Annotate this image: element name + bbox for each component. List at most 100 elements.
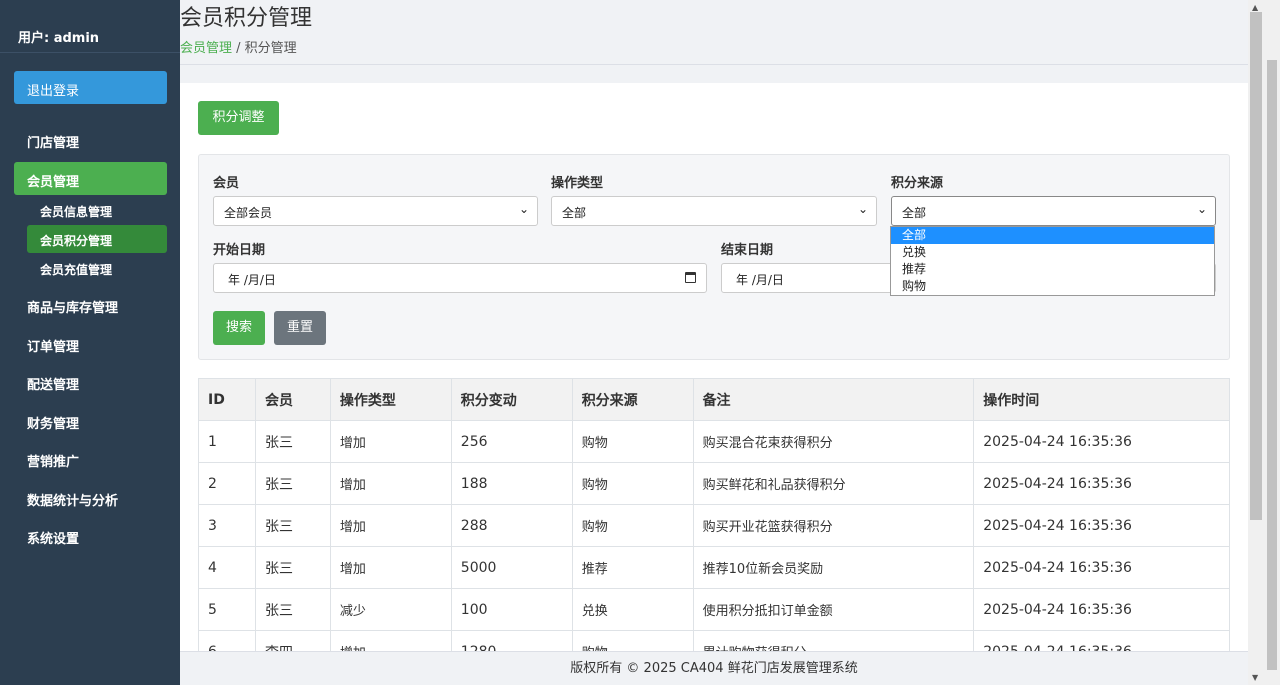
table-header-row: ID 会员 操作类型 积分变动 积分来源 备注 操作时间 xyxy=(198,378,1230,421)
main: 会员积分管理 会员管理 / 积分管理 积分调整 会员 全部会员 ⌄ 操作类型 全… xyxy=(180,0,1248,685)
sidebar-subitem-member-points[interactable]: 会员积分管理 xyxy=(27,225,167,253)
end-date-label: 结束日期 xyxy=(721,243,774,258)
content-panel: 积分调整 会员 全部会员 ⌄ 操作类型 全部 ⌄ 积分来源 全部 ⌄ 开始日期 … xyxy=(180,83,1248,651)
scroll-up-icon[interactable]: ▲ xyxy=(1252,3,1258,12)
cell-source: 兑换 xyxy=(571,588,694,631)
op-type-select[interactable]: 全部 ⌄ xyxy=(551,196,877,226)
sidebar: 用户: admin 退出登录 门店管理 会员管理 会员信息管理 会员积分管理 会… xyxy=(0,0,180,685)
source-dropdown-list: 全部 兑换 推荐 购物 xyxy=(890,226,1215,296)
sidebar-subitem-member-recharge[interactable]: 会员充值管理 xyxy=(27,254,167,282)
cell-points: 256 xyxy=(450,420,573,463)
sidebar-item-orders[interactable]: 订单管理 xyxy=(14,327,167,360)
page-title: 会员积分管理 xyxy=(180,6,313,31)
cell-remark: 使用积分抵扣订单金额 xyxy=(692,588,975,631)
cell-id: 2 xyxy=(198,462,256,505)
sidebar-item-finance[interactable]: 财务管理 xyxy=(14,404,167,437)
cell-source: 购物 xyxy=(571,462,694,505)
source-filter-label: 积分来源 xyxy=(891,176,944,191)
cell-id: 4 xyxy=(198,546,256,589)
sidebar-item-member[interactable]: 会员管理 xyxy=(14,162,167,195)
cell-points: 188 xyxy=(450,462,573,505)
cell-op-type: 增加 xyxy=(329,630,452,651)
cell-op-type: 增加 xyxy=(329,546,452,589)
cell-op-type: 增加 xyxy=(329,420,452,463)
op-type-filter-label: 操作类型 xyxy=(551,176,604,191)
sidebar-item-delivery[interactable]: 配送管理 xyxy=(14,365,167,398)
reset-button[interactable]: 重置 xyxy=(274,311,326,345)
cell-time: 2025-04-24 16:35:36 xyxy=(973,420,1230,463)
breadcrumb: 会员管理 / 积分管理 xyxy=(180,37,297,56)
cell-time: 2025-04-24 16:35:36 xyxy=(973,504,1230,547)
sidebar-item-statistics[interactable]: 数据统计与分析 xyxy=(14,481,167,514)
sidebar-item-settings[interactable]: 系统设置 xyxy=(14,519,167,552)
end-date-value: 年 /月/日 xyxy=(736,273,784,287)
sidebar-subitem-member-info[interactable]: 会员信息管理 xyxy=(27,196,167,224)
chevron-down-icon: ⌄ xyxy=(857,202,868,216)
breadcrumb-separator: / xyxy=(232,41,245,56)
start-date-input[interactable]: 年 /月/日 xyxy=(213,263,707,293)
member-select[interactable]: 全部会员 ⌄ xyxy=(213,196,538,226)
sidebar-item-marketing[interactable]: 营销推广 xyxy=(14,442,167,475)
cell-source: 购物 xyxy=(571,630,694,651)
column-header: 积分变动 xyxy=(450,378,573,421)
cell-source: 购物 xyxy=(571,420,694,463)
member-select-value: 全部会员 xyxy=(224,206,273,220)
table-row: 4 张三 增加 5000 推荐 推荐10位新会员奖励 2025-04-24 16… xyxy=(198,546,1230,589)
page-scrollbar[interactable] xyxy=(1265,0,1280,685)
source-option-shopping[interactable]: 购物 xyxy=(891,278,1214,295)
cell-id: 5 xyxy=(198,588,256,631)
table-row: 6 李四 增加 1280 购物 累计购物获得积分 2025-04-24 16:3… xyxy=(198,630,1230,651)
search-button[interactable]: 搜索 xyxy=(213,311,265,345)
cell-id: 6 xyxy=(198,630,256,651)
column-header: 操作类型 xyxy=(329,378,452,421)
cell-id: 1 xyxy=(198,420,256,463)
logout-button[interactable]: 退出登录 xyxy=(14,71,167,104)
cell-remark: 累计购物获得积分 xyxy=(692,630,975,651)
inner-scrollbar[interactable]: ▲ ▼ xyxy=(1248,0,1265,685)
cell-member: 张三 xyxy=(254,588,331,631)
source-option-exchange[interactable]: 兑换 xyxy=(891,244,1214,261)
cell-time: 2025-04-24 16:35:36 xyxy=(973,588,1230,631)
cell-points: 1280 xyxy=(450,630,573,651)
cell-member: 张三 xyxy=(254,462,331,505)
cell-member: 张三 xyxy=(254,504,331,547)
column-header: ID xyxy=(198,378,256,421)
cell-time: 2025-04-24 16:35:36 xyxy=(973,462,1230,505)
footer: 版权所有 © 2025 CA404 鲜花门店发展管理系统 xyxy=(180,651,1248,685)
sidebar-item-store[interactable]: 门店管理 xyxy=(14,123,167,156)
points-adjust-button[interactable]: 积分调整 xyxy=(198,101,279,135)
cell-member: 李四 xyxy=(254,630,331,651)
cell-points: 5000 xyxy=(450,546,573,589)
cell-source: 推荐 xyxy=(571,546,694,589)
start-date-value: 年 /月/日 xyxy=(228,273,276,287)
cell-remark: 推荐10位新会员奖励 xyxy=(692,546,975,589)
cell-points: 288 xyxy=(450,504,573,547)
calendar-icon[interactable] xyxy=(685,272,696,283)
cell-member: 张三 xyxy=(254,546,331,589)
cell-member: 张三 xyxy=(254,420,331,463)
breadcrumb-current: 积分管理 xyxy=(244,41,297,56)
cell-time: 2025-04-24 16:35:36 xyxy=(973,546,1230,589)
cell-remark: 购买鲜花和礼品获得积分 xyxy=(692,462,975,505)
cell-remark: 购买混合花束获得积分 xyxy=(692,420,975,463)
source-option-referral[interactable]: 推荐 xyxy=(891,261,1214,278)
column-header: 会员 xyxy=(254,378,331,421)
column-header: 积分来源 xyxy=(571,378,694,421)
column-header: 备注 xyxy=(692,378,975,421)
source-select[interactable]: 全部 ⌄ xyxy=(891,196,1216,226)
cell-remark: 购买开业花篮获得积分 xyxy=(692,504,975,547)
member-filter-label: 会员 xyxy=(213,176,240,191)
table-row: 1 张三 增加 256 购物 购买混合花束获得积分 2025-04-24 16:… xyxy=(198,420,1230,463)
source-option-all[interactable]: 全部 xyxy=(891,227,1214,244)
points-table: ID 会员 操作类型 积分变动 积分来源 备注 操作时间 1 张三 增加 256… xyxy=(198,378,1230,651)
breadcrumb-link-member[interactable]: 会员管理 xyxy=(180,41,232,56)
table-row: 2 张三 增加 188 购物 购买鲜花和礼品获得积分 2025-04-24 16… xyxy=(198,462,1230,505)
scroll-down-icon[interactable]: ▼ xyxy=(1252,673,1258,682)
start-date-label: 开始日期 xyxy=(213,243,266,258)
page-header: 会员积分管理 会员管理 / 积分管理 xyxy=(180,0,1248,65)
chevron-down-icon: ⌄ xyxy=(1196,202,1207,216)
table-row: 3 张三 增加 288 购物 购买开业花篮获得积分 2025-04-24 16:… xyxy=(198,504,1230,547)
sidebar-item-goods[interactable]: 商品与库存管理 xyxy=(14,288,167,321)
scrollbar-thumb[interactable] xyxy=(1267,60,1277,670)
scrollbar-thumb[interactable] xyxy=(1250,12,1262,520)
